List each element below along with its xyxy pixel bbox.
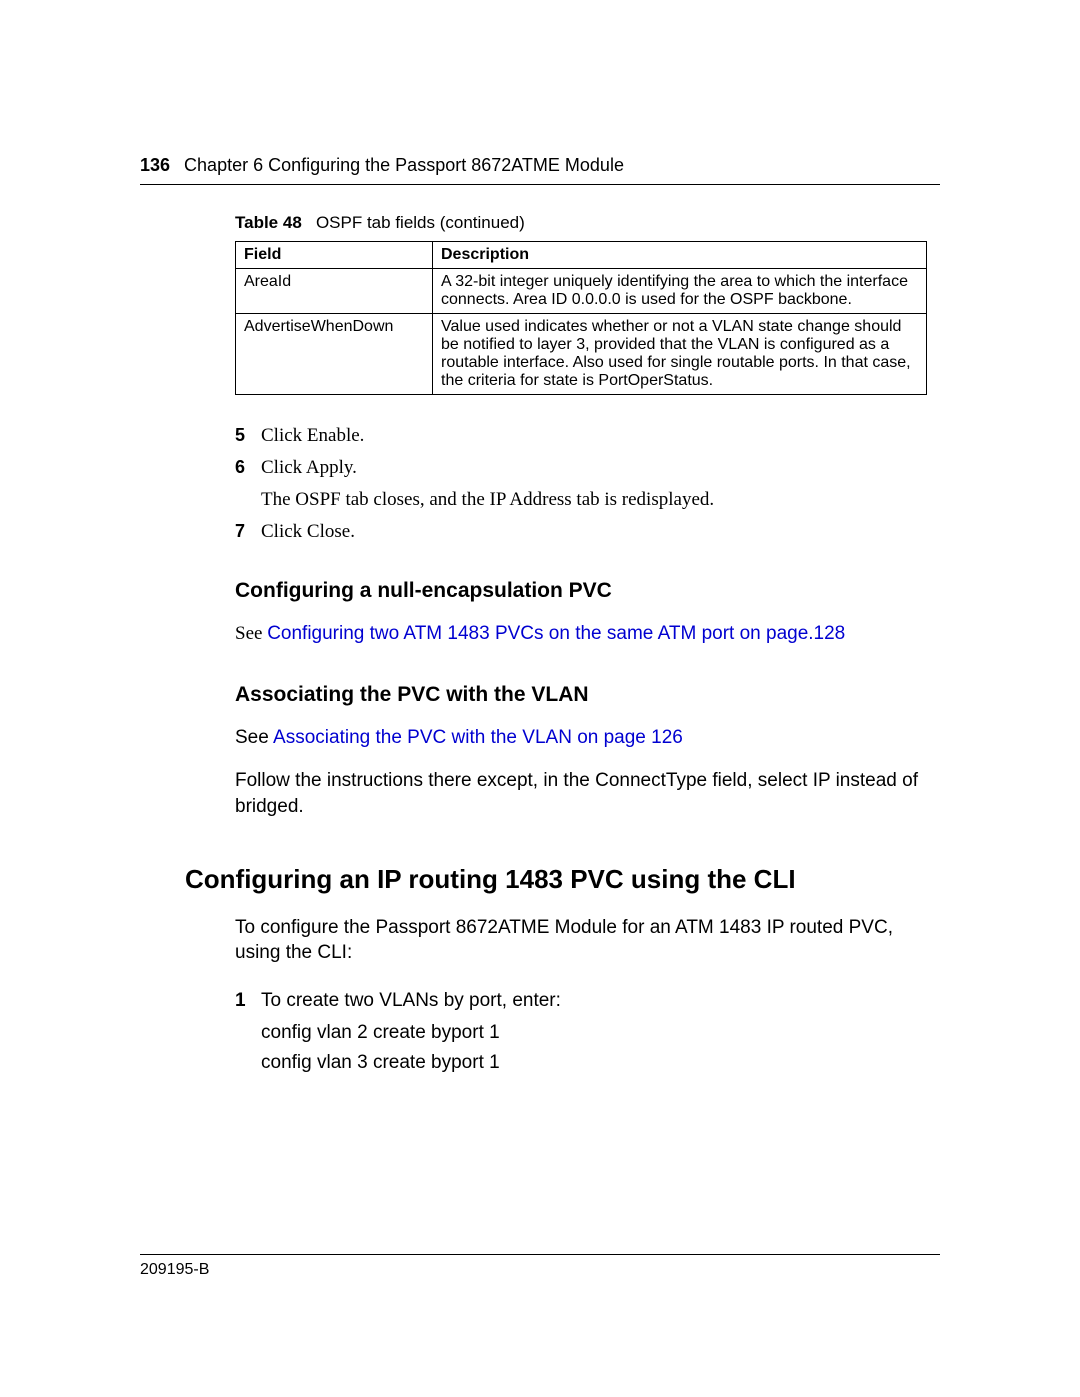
intro-paragraph: To configure the Passport 8672ATME Modul… <box>235 915 940 966</box>
ospf-fields-table: Field Description AreaId A 32-bit intege… <box>235 241 927 395</box>
step-number: 7 <box>235 521 261 543</box>
cross-reference-link[interactable]: Associating the PVC with the VLAN on pag… <box>273 727 683 748</box>
step-number: 5 <box>235 425 261 447</box>
cross-reference-link[interactable]: Configuring two ATM 1483 PVCs on the sam… <box>267 623 845 644</box>
paragraph: See Configuring two ATM 1483 PVCs on the… <box>235 621 940 647</box>
chapter-title: Chapter 6 Configuring the Passport 8672A… <box>184 155 624 176</box>
cell-description: Value used indicates whether or not a VL… <box>433 314 927 395</box>
table-caption-text: OSPF tab fields (continued) <box>316 213 525 232</box>
table-row: AdvertiseWhenDown Value used indicates w… <box>236 314 927 395</box>
step-text: To create two VLANs by port, enter: <box>261 990 561 1012</box>
cli-command: config vlan 2 create byport 1 <box>261 1022 940 1044</box>
text-prefix: See <box>235 623 267 644</box>
cell-field: AdvertiseWhenDown <box>236 314 433 395</box>
step-item: 5 Click Enable. <box>235 425 940 447</box>
cli-step-list: 1 To create two VLANs by port, enter: co… <box>235 990 940 1074</box>
table-label: Table 48 <box>235 213 302 232</box>
document-id: 209195-B <box>140 1261 940 1279</box>
col-header-description: Description <box>433 242 927 269</box>
step-item: 7 Click Close. <box>235 521 940 543</box>
step-text: Click Apply. <box>261 457 357 479</box>
text-prefix: See <box>235 727 273 748</box>
paragraph: See Associating the PVC with the VLAN on… <box>235 725 940 751</box>
col-header-field: Field <box>236 242 433 269</box>
table-header-row: Field Description <box>236 242 927 269</box>
header-rule <box>140 184 940 185</box>
step-number: 6 <box>235 457 261 479</box>
step-text: Click Enable. <box>261 425 364 447</box>
section-heading-null-pvc: Configuring a null-encapsulation PVC <box>235 579 940 603</box>
step-item: 1 To create two VLANs by port, enter: <box>235 990 940 1012</box>
step-list: 5 Click Enable. 6 Click Apply. The OSPF … <box>235 425 940 543</box>
footer-rule <box>140 1254 940 1255</box>
step-number: 1 <box>235 990 261 1012</box>
step-note: The OSPF tab closes, and the IP Address … <box>261 489 940 511</box>
cell-description: A 32-bit integer uniquely identifying th… <box>433 269 927 314</box>
page-header: 136 Chapter 6 Configuring the Passport 8… <box>140 155 940 176</box>
step-item: 6 Click Apply. <box>235 457 940 479</box>
page-footer: 209195-B <box>140 1254 940 1279</box>
step-text: Click Close. <box>261 521 355 543</box>
page-number: 136 <box>140 155 170 176</box>
cell-field: AreaId <box>236 269 433 314</box>
paragraph: Follow the instructions there except, in… <box>235 768 940 819</box>
section-heading-cli: Configuring an IP routing 1483 PVC using… <box>185 864 940 895</box>
table-caption: Table 48 OSPF tab fields (continued) <box>235 213 940 233</box>
table-row: AreaId A 32-bit integer uniquely identif… <box>236 269 927 314</box>
cli-command: config vlan 3 create byport 1 <box>261 1052 940 1074</box>
section-heading-associating-pvc: Associating the PVC with the VLAN <box>235 683 940 707</box>
document-page: 136 Chapter 6 Configuring the Passport 8… <box>0 0 1080 1397</box>
